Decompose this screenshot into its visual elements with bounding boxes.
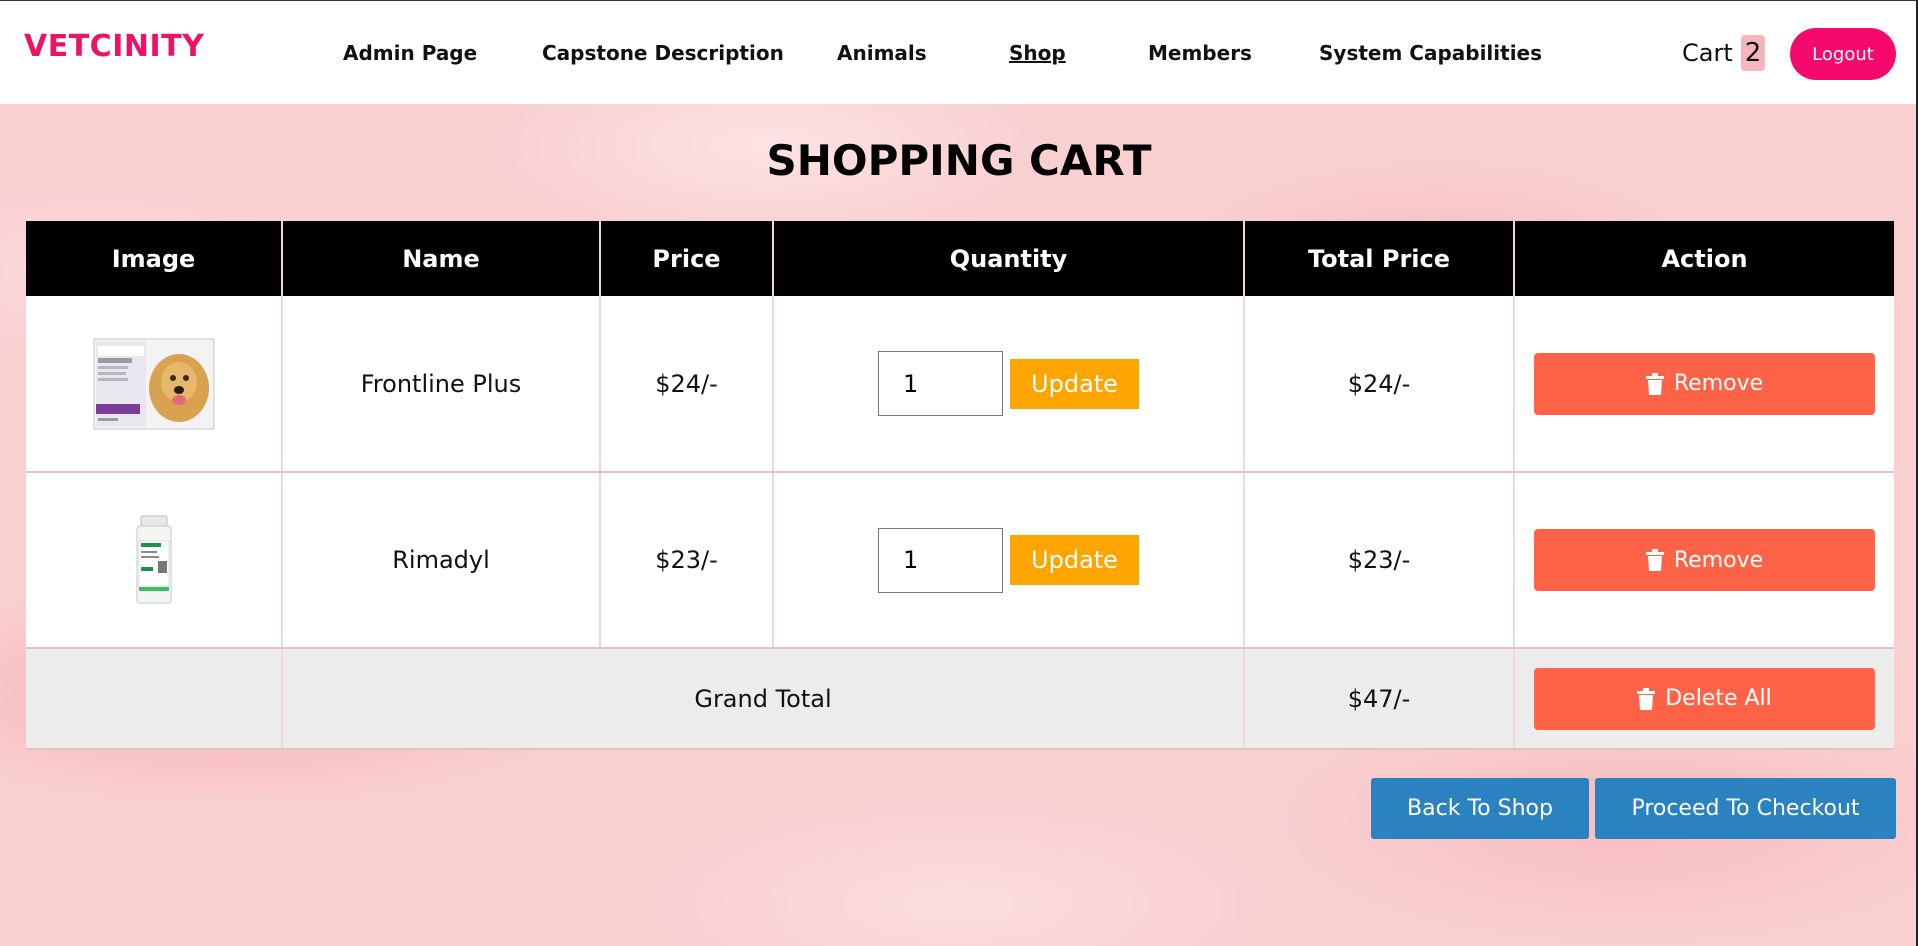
action-cell: Remove bbox=[1514, 472, 1894, 649]
remove-label: Remove bbox=[1673, 371, 1764, 396]
delete-all-button[interactable]: Delete All bbox=[1534, 667, 1875, 730]
nav-animals[interactable]: Animals bbox=[837, 41, 927, 65]
cart-count-badge: 2 bbox=[1740, 35, 1766, 71]
quantity-input[interactable] bbox=[878, 351, 1003, 416]
header-action: Action bbox=[1514, 221, 1894, 296]
product-image-cell bbox=[26, 296, 283, 473]
cart-table: Image Name Price Quantity Total Price Ac… bbox=[26, 221, 1894, 750]
grand-total-value: $47/- bbox=[1244, 648, 1515, 750]
nav-admin-page[interactable]: Admin Page bbox=[343, 41, 477, 65]
header-image: Image bbox=[26, 221, 283, 296]
remove-item-button[interactable]: Remove bbox=[1534, 529, 1875, 591]
grand-total-row: Grand Total $47/- Delete All bbox=[26, 648, 1894, 750]
quantity-input[interactable] bbox=[878, 527, 1003, 593]
table-row: Frontline Plus $24/- Update $24/- Remove bbox=[26, 296, 1894, 473]
trash-icon bbox=[1645, 372, 1664, 395]
header-price: Price bbox=[600, 221, 774, 296]
update-quantity-button[interactable]: Update bbox=[1010, 358, 1139, 409]
header-quantity: Quantity bbox=[773, 221, 1245, 296]
frontline-plus-product-image bbox=[93, 338, 214, 429]
nav-system-capabilities[interactable]: System Capabilities bbox=[1319, 41, 1542, 65]
nav-capstone-description[interactable]: Capstone Description bbox=[542, 41, 784, 65]
product-total-price: $23/- bbox=[1244, 472, 1515, 649]
table-header-row: Image Name Price Quantity Total Price Ac… bbox=[26, 221, 1894, 296]
empty-cell bbox=[26, 648, 283, 750]
action-cell: Remove bbox=[1514, 296, 1894, 473]
update-quantity-button[interactable]: Update bbox=[1010, 535, 1139, 585]
remove-item-button[interactable]: Remove bbox=[1534, 352, 1875, 415]
delete-all-cell: Delete All bbox=[1514, 648, 1894, 750]
product-total-price: $24/- bbox=[1244, 296, 1515, 473]
cart-link[interactable]: Cart 2 bbox=[1682, 35, 1766, 71]
nav-members[interactable]: Members bbox=[1148, 41, 1252, 65]
grand-total-label: Grand Total bbox=[282, 648, 1245, 750]
product-image-cell bbox=[26, 472, 283, 649]
header-total-price: Total Price bbox=[1244, 221, 1515, 296]
cart-label: Cart bbox=[1682, 39, 1733, 67]
main-nav: Admin Page Capstone Description Animals … bbox=[0, 41, 1918, 67]
delete-all-label: Delete All bbox=[1665, 686, 1772, 711]
product-name: Frontline Plus bbox=[282, 296, 601, 473]
quantity-cell: Update bbox=[773, 296, 1245, 473]
proceed-to-checkout-button[interactable]: Proceed To Checkout bbox=[1595, 778, 1896, 839]
table-row: Rimadyl $23/- Update $23/- Remove bbox=[26, 472, 1894, 649]
quantity-cell: Update bbox=[773, 472, 1245, 649]
trash-icon bbox=[1645, 549, 1664, 571]
logout-button[interactable]: Logout bbox=[1790, 28, 1896, 80]
product-name: Rimadyl bbox=[282, 472, 601, 649]
page-title: SHOPPING CART bbox=[766, 136, 1152, 185]
product-price: $23/- bbox=[600, 472, 774, 649]
header-name: Name bbox=[282, 221, 601, 296]
remove-label: Remove bbox=[1673, 547, 1764, 573]
product-price: $24/- bbox=[600, 296, 774, 473]
trash-icon bbox=[1637, 687, 1656, 710]
rimadyl-bottle-image bbox=[136, 515, 171, 604]
site-header: VETCINITY Admin Page Capstone Descriptio… bbox=[0, 0, 1918, 104]
back-to-shop-button[interactable]: Back To Shop bbox=[1371, 778, 1589, 839]
nav-shop[interactable]: Shop bbox=[1009, 41, 1066, 65]
